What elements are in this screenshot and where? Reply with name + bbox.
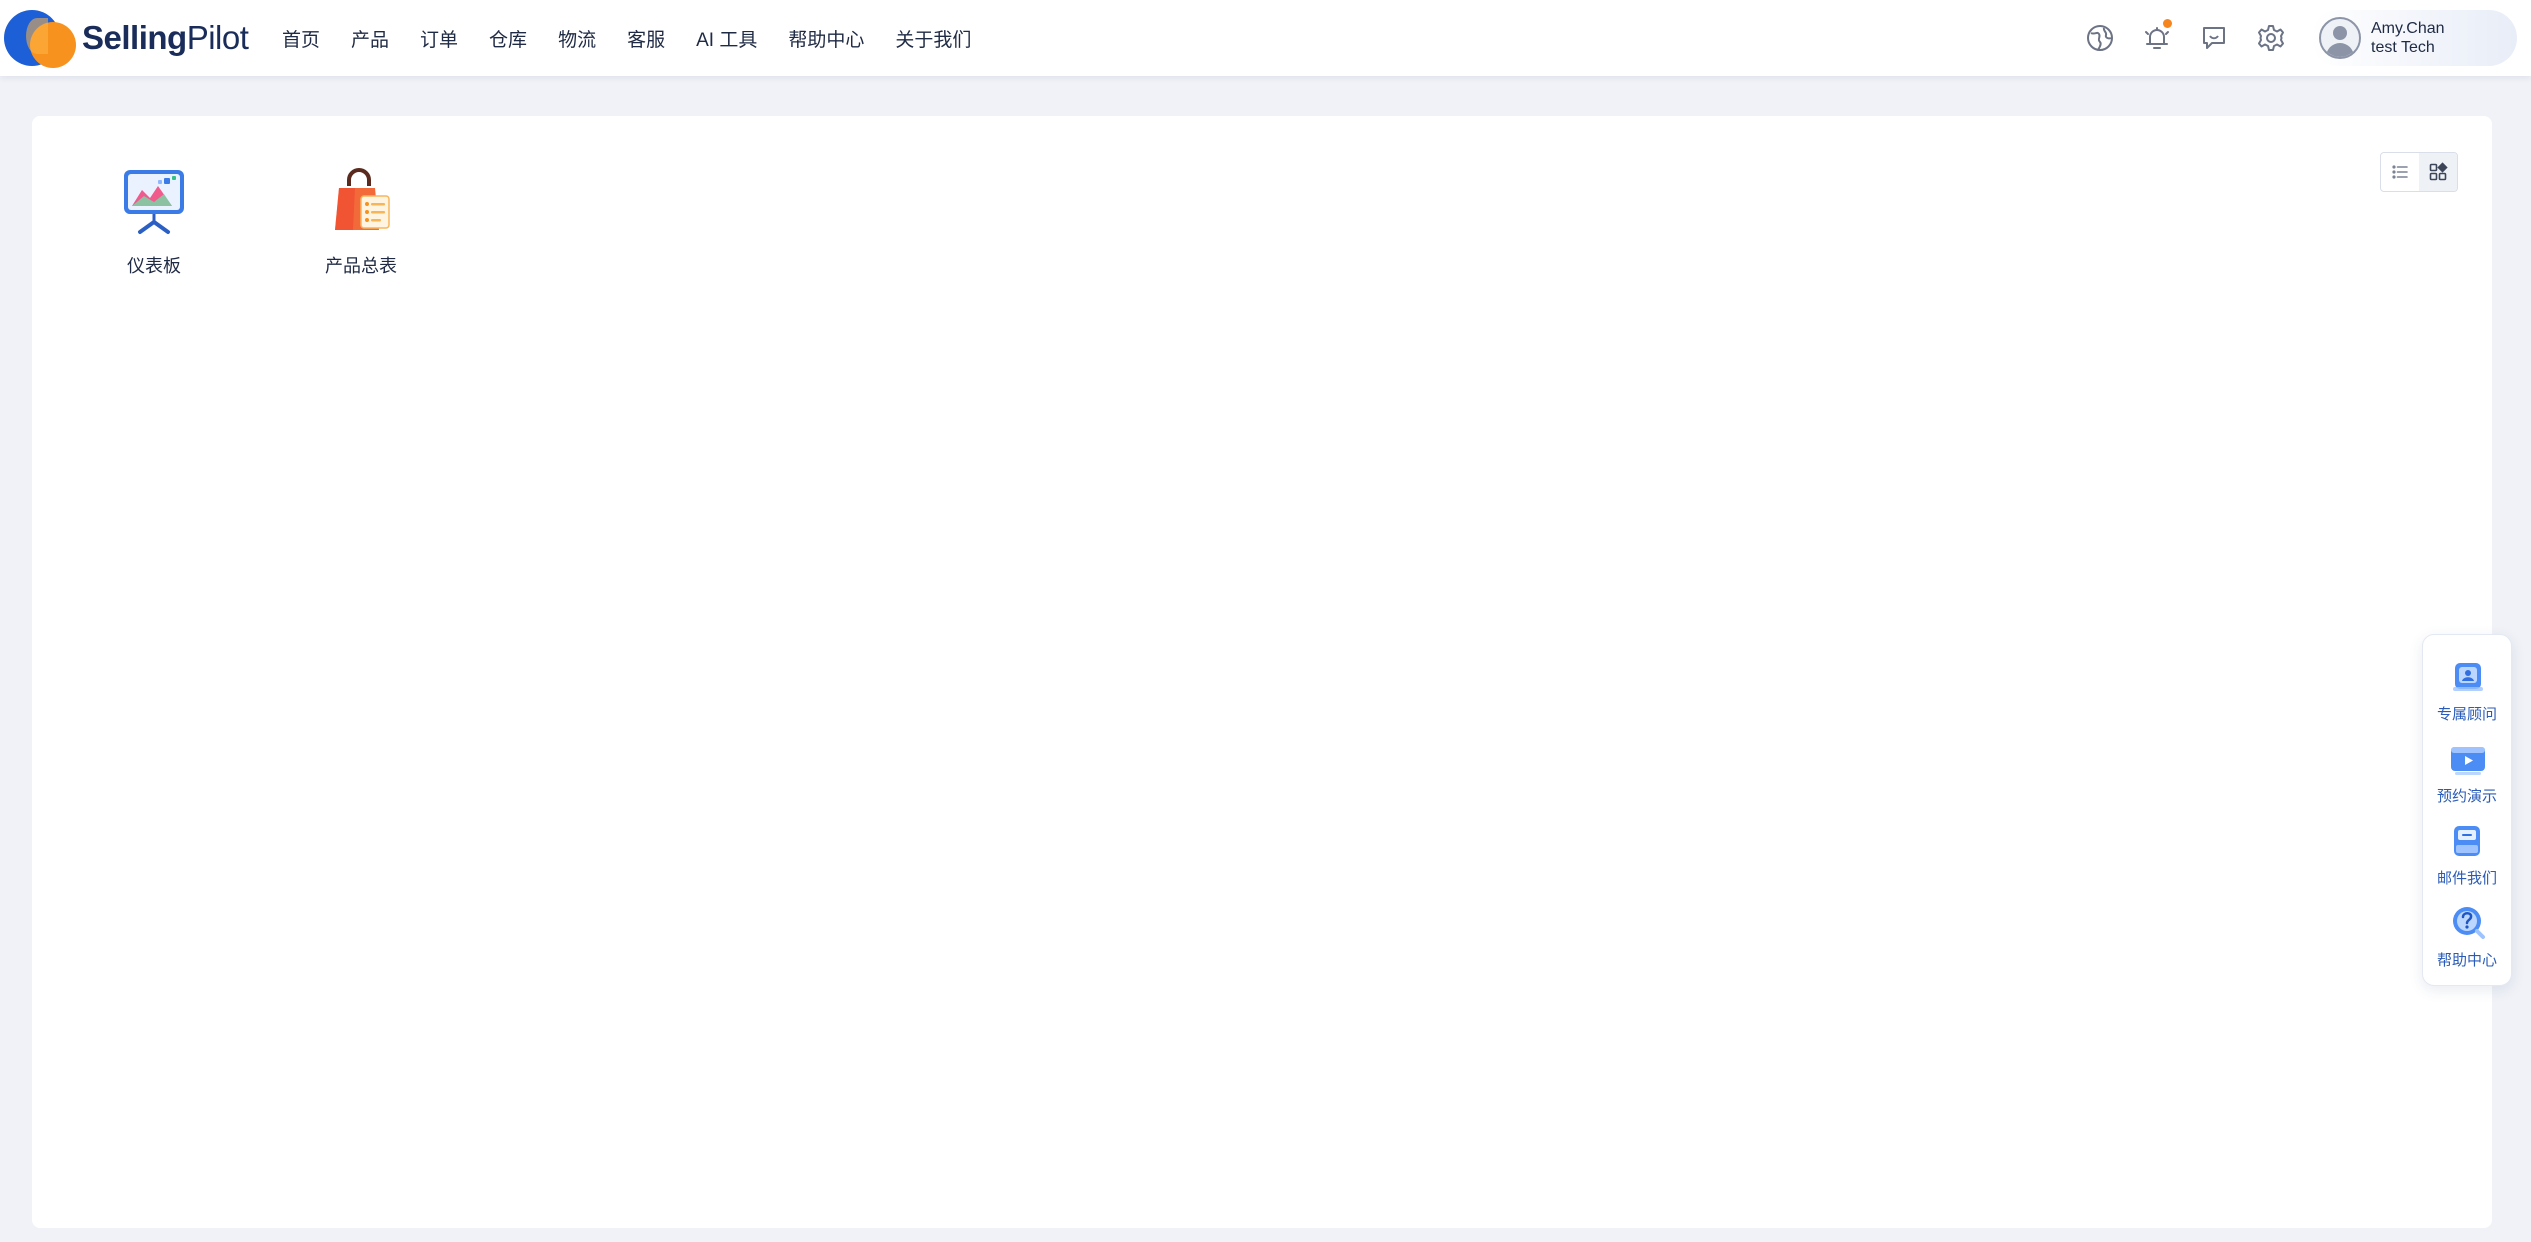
nav-item-help-center[interactable]: 帮助中心 [788,25,864,52]
app-tile-product-catalog[interactable]: 产品总表 [286,166,436,296]
user-company: test Tech [2371,39,2435,56]
dashboard-icon [124,170,184,234]
contact-float-panel: 专属顾问 预约演示 邮件我们 帮助中心 [2422,634,2512,986]
app-tile-label: 产品总表 [325,256,397,276]
messages-button[interactable] [2197,21,2231,55]
header-tools: Amy.Chan test Tech [2083,0,2531,76]
main-nav: 首页 产品 订单 仓库 物流 客服 AI 工具 帮助中心 关于我们 [282,0,1002,76]
advisor-icon [2453,663,2483,691]
app-tile-dashboard[interactable]: 仪表板 [79,166,229,296]
demo-icon [2451,747,2485,775]
nav-item-home[interactable]: 首页 [282,25,320,52]
nav-item-warehouse[interactable]: 仓库 [489,25,527,52]
gear-icon [2258,25,2284,51]
nav-item-about-us[interactable]: 关于我们 [895,25,971,52]
dedicated-advisor-button[interactable]: 专属顾问 [2422,657,2512,739]
notifications-button[interactable] [2140,19,2174,55]
app-tile-label: 仪表板 [127,256,181,276]
view-mode-toggle [2380,152,2458,192]
globe-icon [2087,25,2113,51]
book-demo-button[interactable]: 预约演示 [2422,739,2512,821]
mail-icon [2454,826,2480,856]
logo-wordmark: SellingPilot [82,19,249,56]
sellingpilot-logo[interactable]: SellingPilot [4,8,249,68]
list-view-button[interactable] [2381,153,2419,191]
list-icon [2392,165,2408,179]
email-us-button[interactable]: 邮件我们 [2422,821,2512,903]
user-name: Amy.Chan [2371,20,2445,37]
language-button[interactable] [2083,21,2117,55]
notification-badge [2163,19,2172,28]
nav-item-products[interactable]: 产品 [351,25,389,52]
help-icon [2453,907,2485,939]
top-navigation-bar: SellingPilot 首页 产品 订单 仓库 物流 客服 AI 工具 帮助中… [0,0,2531,76]
message-icon [2203,27,2225,49]
help-center-button[interactable]: 帮助中心 [2422,903,2512,985]
logo-mark-icon [4,8,76,68]
nav-item-orders[interactable]: 订单 [420,25,458,52]
nav-item-logistics[interactable]: 物流 [558,25,596,52]
grid-icon [2429,162,2448,181]
settings-button[interactable] [2254,21,2288,55]
nav-item-ai-tools[interactable]: AI 工具 [696,25,757,52]
app-launcher-panel: 仪表板 产品总表 [32,116,2492,1228]
user-profile-button[interactable]: Amy.Chan test Tech [2311,10,2517,66]
grid-view-button[interactable] [2419,153,2457,191]
avatar [2319,17,2361,59]
nav-item-customer-service[interactable]: 客服 [627,25,665,52]
shopping-bag-icon [335,168,390,230]
